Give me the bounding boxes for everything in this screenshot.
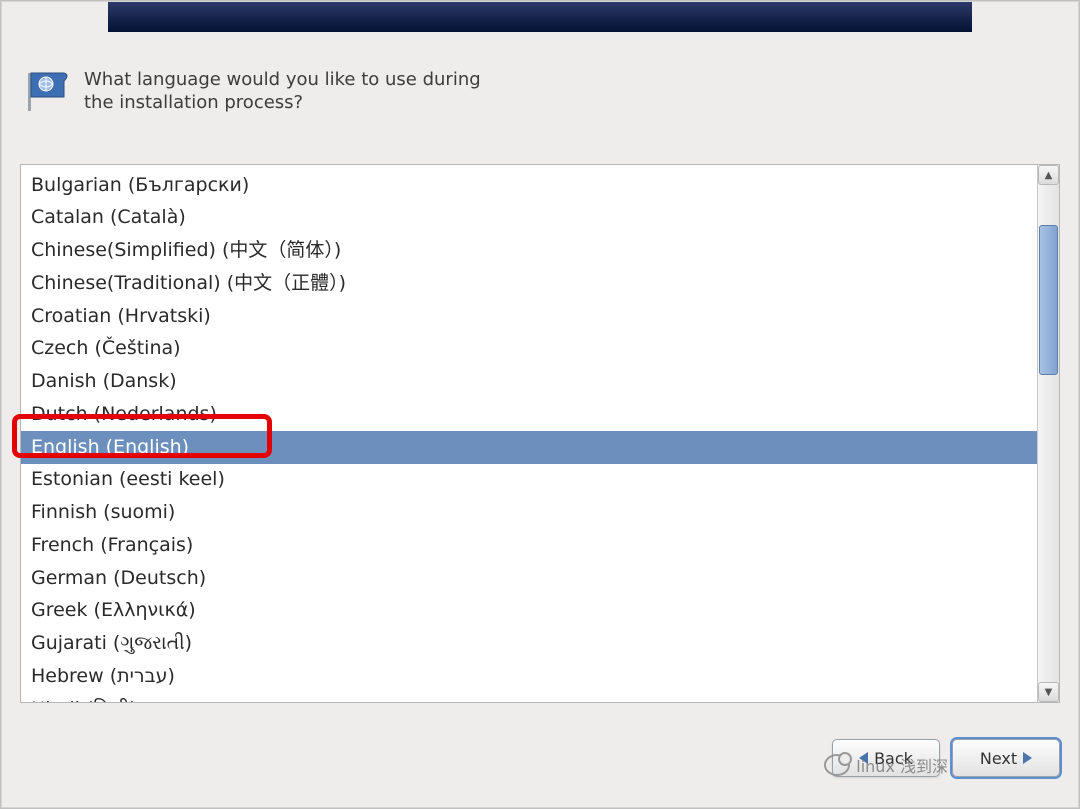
language-flag-icon xyxy=(26,69,70,113)
scroll-thumb[interactable] xyxy=(1039,225,1058,375)
arrow-right-icon xyxy=(1023,749,1032,768)
language-option[interactable]: Czech (Čeština) xyxy=(21,333,1037,366)
language-option[interactable]: German (Deutsch) xyxy=(21,562,1037,595)
installer-window: What language would you like to use duri… xyxy=(1,1,1079,808)
language-option[interactable]: Hindi (हिन्दी) xyxy=(21,693,1037,702)
language-listbox[interactable]: Bulgarian (Български)Catalan (Català)Chi… xyxy=(21,165,1037,702)
scroll-up-button[interactable]: ▲ xyxy=(1038,165,1059,185)
language-option[interactable]: Greek (Ελληνικά) xyxy=(21,595,1037,628)
language-option[interactable]: Dutch (Nederlands) xyxy=(21,398,1037,431)
scroll-track[interactable] xyxy=(1038,185,1059,682)
next-button-label: Next xyxy=(980,749,1017,768)
vertical-scrollbar[interactable]: ▲ ▼ xyxy=(1037,165,1059,702)
language-option[interactable]: Croatian (Hrvatski) xyxy=(21,300,1037,333)
language-option[interactable]: Bulgarian (Български) xyxy=(21,169,1037,202)
next-button[interactable]: Next xyxy=(952,739,1060,777)
language-option[interactable]: Hebrew (עברית) xyxy=(21,660,1037,693)
back-button[interactable]: Back xyxy=(832,739,940,777)
back-button-label: Back xyxy=(874,749,913,768)
language-option[interactable]: Estonian (eesti keel) xyxy=(21,464,1037,497)
language-option[interactable]: French (Français) xyxy=(21,529,1037,562)
language-option[interactable]: Catalan (Català) xyxy=(21,202,1037,235)
language-option[interactable]: Gujarati (ગુજરાતી) xyxy=(21,628,1037,661)
footer-buttons: Back Next xyxy=(20,733,1060,783)
language-option[interactable]: Chinese(Simplified) (中文（简体）) xyxy=(21,235,1037,268)
arrow-left-icon xyxy=(859,749,868,768)
prompt-text: What language would you like to use duri… xyxy=(84,68,504,115)
scroll-down-button[interactable]: ▼ xyxy=(1038,682,1059,702)
language-list-container: Bulgarian (Български)Catalan (Català)Chi… xyxy=(20,164,1060,703)
language-option[interactable]: Finnish (suomi) xyxy=(21,497,1037,530)
language-option[interactable]: English (English) xyxy=(21,431,1037,464)
language-option[interactable]: Danish (Dansk) xyxy=(21,366,1037,399)
header-banner xyxy=(108,2,972,32)
language-option[interactable]: Chinese(Traditional) (中文（正體）) xyxy=(21,267,1037,300)
prompt-row: What language would you like to use duri… xyxy=(26,68,504,115)
